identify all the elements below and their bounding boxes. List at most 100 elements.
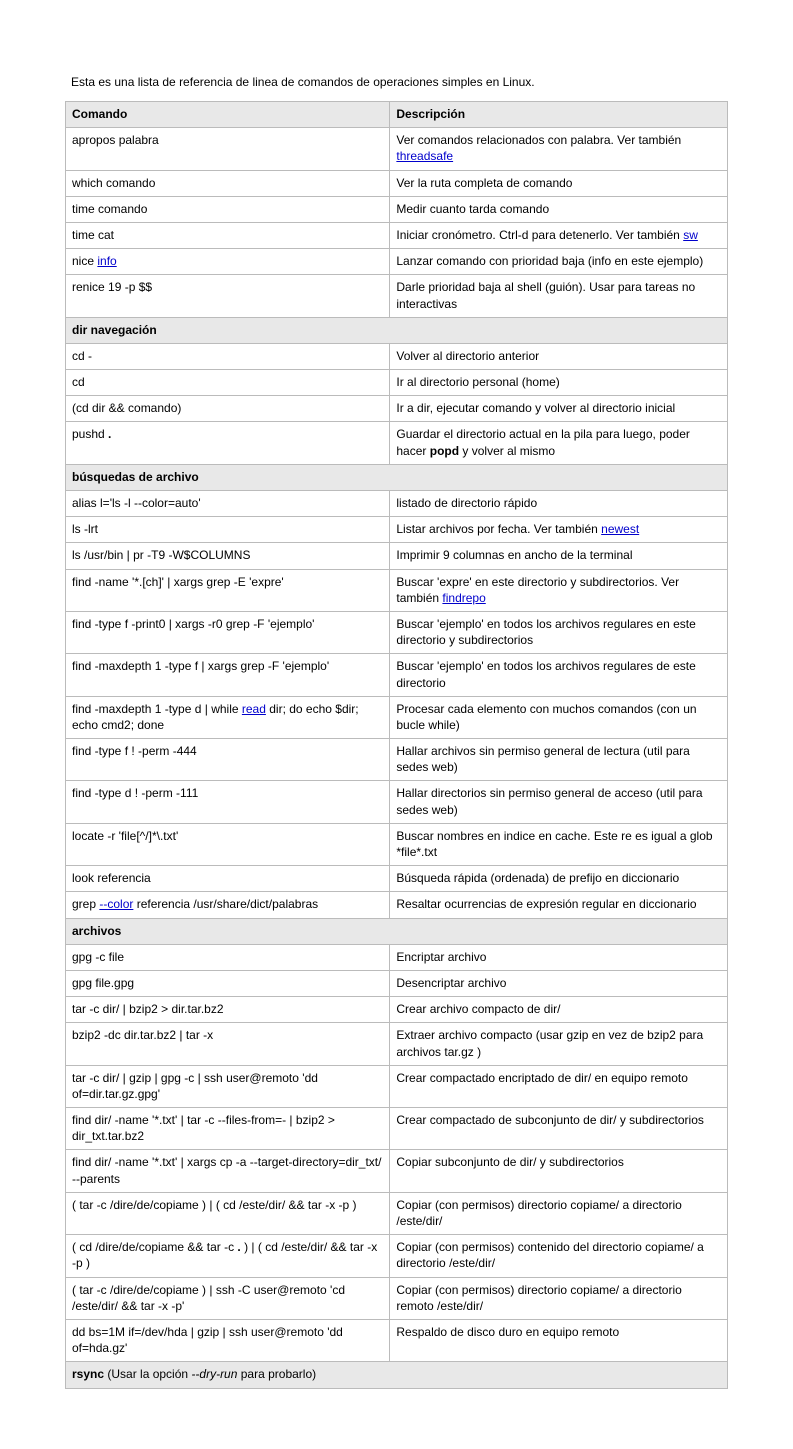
command-cell: find -type d ! -perm -111 <box>66 781 390 823</box>
table-body: apropos palabraVer comandos relacionados… <box>66 128 728 1388</box>
description-cell: Volver al directorio anterior <box>390 343 728 369</box>
command-cell: look referencia <box>66 866 390 892</box>
command-cell: find -maxdepth 1 -type f | xargs grep -F… <box>66 654 390 696</box>
table-row: find -maxdepth 1 -type d | while read di… <box>66 696 728 738</box>
description-cell: Extraer archivo compacto (usar gzip en v… <box>390 1023 728 1065</box>
table-header-row: Comando Descripción <box>66 102 728 128</box>
table-row: rsync (Usar la opción --dry-run para pro… <box>66 1362 728 1388</box>
section-header: archivos <box>66 918 728 944</box>
command-cell: find dir/ -name '*.txt' | xargs cp -a --… <box>66 1150 390 1192</box>
inline-link[interactable]: --color <box>99 897 133 911</box>
table-row: find -name '*.[ch]' | xargs grep -E 'exp… <box>66 569 728 611</box>
table-row: cdIr al directorio personal (home) <box>66 370 728 396</box>
description-cell: Ir a dir, ejecutar comando y volver al d… <box>390 396 728 422</box>
table-row: locate -r 'file[^/]*\.txt'Buscar nombres… <box>66 823 728 865</box>
inline-link[interactable]: threadsafe <box>396 149 453 163</box>
table-row: time comandoMedir cuanto tarda comando <box>66 196 728 222</box>
command-cell: locate -r 'file[^/]*\.txt' <box>66 823 390 865</box>
command-cell: ( cd /dire/de/copiame && tar -c . ) | ( … <box>66 1235 390 1277</box>
command-cell: bzip2 -dc dir.tar.bz2 | tar -x <box>66 1023 390 1065</box>
table-row: look referenciaBúsqueda rápida (ordenada… <box>66 866 728 892</box>
command-cell: gpg -c file <box>66 944 390 970</box>
command-cell: ( tar -c /dire/de/copiame ) | ( cd /este… <box>66 1192 390 1234</box>
table-row: dir navegación <box>66 317 728 343</box>
table-row: find -type f -print0 | xargs -r0 grep -F… <box>66 611 728 653</box>
description-cell: Ir al directorio personal (home) <box>390 370 728 396</box>
description-cell: Darle prioridad baja al shell (guión). U… <box>390 275 728 317</box>
description-cell: Iniciar cronómetro. Ctrl-d para detenerl… <box>390 222 728 248</box>
command-cell: cd <box>66 370 390 396</box>
command-cell: alias l='ls -l --color=auto' <box>66 491 390 517</box>
table-row: pushd .Guardar el directorio actual en l… <box>66 422 728 464</box>
command-cell: time comando <box>66 196 390 222</box>
table-row: which comandoVer la ruta completa de com… <box>66 170 728 196</box>
table-row: cd -Volver al directorio anterior <box>66 343 728 369</box>
header-description: Descripción <box>390 102 728 128</box>
description-cell: Crear compactado encriptado de dir/ en e… <box>390 1065 728 1107</box>
table-row: apropos palabraVer comandos relacionados… <box>66 128 728 170</box>
section-header: búsquedas de archivo <box>66 464 728 490</box>
table-row: find dir/ -name '*.txt' | tar -c --files… <box>66 1108 728 1150</box>
command-cell: gpg file.gpg <box>66 970 390 996</box>
table-row: find -maxdepth 1 -type f | xargs grep -F… <box>66 654 728 696</box>
table-row: alias l='ls -l --color=auto'listado de d… <box>66 491 728 517</box>
description-cell: Búsqueda rápida (ordenada) de prefijo en… <box>390 866 728 892</box>
section-header: dir navegación <box>66 317 728 343</box>
bold-text: rsync <box>72 1367 104 1381</box>
command-cell: grep --color referencia /usr/share/dict/… <box>66 892 390 918</box>
inline-link[interactable]: sw <box>683 228 698 242</box>
table-row: dd bs=1M if=/dev/hda | gzip | ssh user@r… <box>66 1319 728 1361</box>
description-cell: Copiar subconjunto de dir/ y subdirector… <box>390 1150 728 1192</box>
description-cell: Buscar nombres en indice en cache. Este … <box>390 823 728 865</box>
table-row: búsquedas de archivo <box>66 464 728 490</box>
description-cell: listado de directorio rápido <box>390 491 728 517</box>
description-cell: Hallar archivos sin permiso general de l… <box>390 739 728 781</box>
inline-link[interactable]: info <box>97 254 116 268</box>
table-row: ( cd /dire/de/copiame && tar -c . ) | ( … <box>66 1235 728 1277</box>
header-command: Comando <box>66 102 390 128</box>
table-row: find -type d ! -perm -111Hallar director… <box>66 781 728 823</box>
description-cell: Encriptar archivo <box>390 944 728 970</box>
bold-text: popd <box>430 444 459 458</box>
italic-text: --dry-run <box>191 1367 237 1381</box>
table-row: archivos <box>66 918 728 944</box>
description-cell: Ver la ruta completa de comando <box>390 170 728 196</box>
description-cell: Hallar directorios sin permiso general d… <box>390 781 728 823</box>
command-cell: (cd dir && comando) <box>66 396 390 422</box>
inline-link[interactable]: findrepo <box>442 591 485 605</box>
command-cell: ls -lrt <box>66 517 390 543</box>
command-cell: cd - <box>66 343 390 369</box>
description-cell: Copiar (con permisos) contenido del dire… <box>390 1235 728 1277</box>
table-row: gpg -c fileEncriptar archivo <box>66 944 728 970</box>
table-row: nice infoLanzar comando con prioridad ba… <box>66 249 728 275</box>
description-cell: Medir cuanto tarda comando <box>390 196 728 222</box>
description-cell: Crear compactado de subconjunto de dir/ … <box>390 1108 728 1150</box>
description-cell: Listar archivos por fecha. Ver también n… <box>390 517 728 543</box>
command-cell: time cat <box>66 222 390 248</box>
bold-text: . <box>108 427 111 441</box>
command-cell: renice 19 -p $$ <box>66 275 390 317</box>
inline-link[interactable]: newest <box>601 522 639 536</box>
table-row: (cd dir && comando)Ir a dir, ejecutar co… <box>66 396 728 422</box>
command-cell: find -type f ! -perm -444 <box>66 739 390 781</box>
table-row: time catIniciar cronómetro. Ctrl-d para … <box>66 222 728 248</box>
command-cell: ( tar -c /dire/de/copiame ) | ssh -C use… <box>66 1277 390 1319</box>
description-cell: Desencriptar archivo <box>390 970 728 996</box>
command-cell: nice info <box>66 249 390 275</box>
description-cell: Buscar 'ejemplo' en todos los archivos r… <box>390 654 728 696</box>
section-header: rsync (Usar la opción --dry-run para pro… <box>66 1362 728 1388</box>
command-cell: find -name '*.[ch]' | xargs grep -E 'exp… <box>66 569 390 611</box>
table-row: renice 19 -p $$Darle prioridad baja al s… <box>66 275 728 317</box>
commands-table: Comando Descripción apropos palabraVer c… <box>65 101 728 1389</box>
command-cell: which comando <box>66 170 390 196</box>
table-row: tar -c dir/ | gzip | gpg -c | ssh user@r… <box>66 1065 728 1107</box>
description-cell: Copiar (con permisos) directorio copiame… <box>390 1192 728 1234</box>
command-cell: find -maxdepth 1 -type d | while read di… <box>66 696 390 738</box>
table-row: find dir/ -name '*.txt' | xargs cp -a --… <box>66 1150 728 1192</box>
table-row: ( tar -c /dire/de/copiame ) | ssh -C use… <box>66 1277 728 1319</box>
bold-text: . <box>237 1240 240 1254</box>
command-cell: find dir/ -name '*.txt' | tar -c --files… <box>66 1108 390 1150</box>
intro-text: Esta es una lista de referencia de linea… <box>71 75 728 89</box>
inline-link[interactable]: read <box>242 702 266 716</box>
command-cell: pushd . <box>66 422 390 464</box>
